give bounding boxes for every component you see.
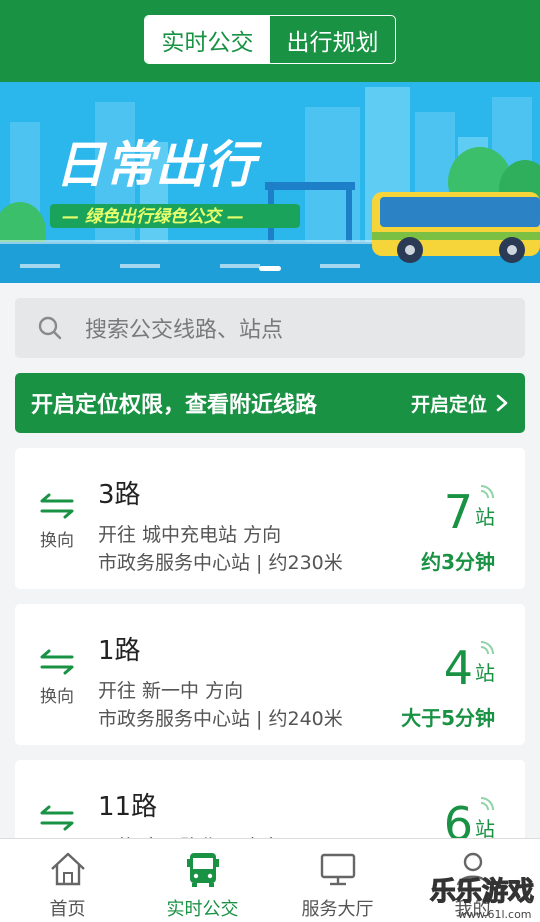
site-watermark: 乐乐游戏 www.61l.com	[429, 876, 534, 921]
app-header: 实时公交 出行规划	[0, 0, 540, 82]
enable-location-label: 开启定位	[410, 393, 487, 416]
watermark-url: www.61l.com	[458, 908, 532, 921]
tab-service-hall-label: 服务大厅	[301, 899, 374, 920]
watermark-text: 乐乐游戏	[430, 877, 534, 907]
bus-icon	[186, 853, 219, 887]
banner-title: 日常出行	[55, 136, 263, 194]
eta-text: 大于5分钟	[401, 706, 495, 730]
tab-trip-planning[interactable]: 出行规划	[270, 16, 395, 63]
tab-realtime-bus[interactable]: 实时公交	[145, 16, 270, 63]
stops-away-unit: 站	[475, 505, 495, 529]
stops-away: 7 站	[444, 488, 495, 536]
stops-away-unit: 站	[475, 661, 495, 685]
swap-arrows-icon	[40, 805, 74, 831]
eta-text: 约3分钟	[421, 550, 495, 574]
search-bar[interactable]: 搜索公交线路、站点	[15, 298, 525, 358]
stops-away-count: 7	[443, 485, 473, 539]
tab-home[interactable]: 首页	[0, 839, 135, 922]
swap-direction-button[interactable]: 换向	[35, 648, 79, 707]
enable-location-button[interactable]: 开启定位	[411, 390, 509, 417]
swap-arrows-icon	[40, 649, 74, 675]
swap-label: 换向	[40, 531, 74, 551]
route-direction: 开往 新一中 方向	[98, 680, 244, 702]
search-placeholder: 搜索公交线路、站点	[85, 318, 284, 343]
nearest-stop: 市政务服务中心站 | 约240米	[98, 708, 343, 730]
tab-realtime-bus-label: 实时公交	[166, 899, 239, 920]
chevron-right-icon	[496, 394, 508, 412]
tab-home-label: 首页	[49, 899, 86, 920]
monitor-icon	[320, 853, 355, 886]
banner-illustration: 日常出行 — 绿色出行绿色公交 —	[0, 82, 540, 283]
tab-service-hall[interactable]: 服务大厅	[270, 839, 405, 922]
search-icon	[15, 298, 85, 358]
location-prompt-text: 开启定位权限，查看附近线路	[31, 393, 318, 418]
stops-away-count: 4	[443, 641, 473, 695]
route-name: 11路	[98, 792, 158, 822]
route-card[interactable]: 换向 3路 开往 城中充电站 方向 市政务服务中心站 | 约230米 7 站 约…	[15, 448, 525, 589]
nearest-stop: 市政务服务中心站 | 约230米	[98, 552, 343, 574]
route-direction: 开往 城中充电站 方向	[98, 524, 282, 546]
location-permission-banner[interactable]: 开启定位权限，查看附近线路 开启定位	[15, 373, 525, 433]
tab-realtime-bus-bottom[interactable]: 实时公交	[135, 839, 270, 922]
promo-banner[interactable]: 日常出行 — 绿色出行绿色公交 —	[0, 82, 540, 283]
swap-label: 换向	[40, 687, 74, 707]
stops-away: 4 站	[444, 644, 495, 692]
carousel-indicator	[259, 266, 281, 271]
swap-arrows-icon	[40, 493, 74, 519]
swap-direction-button[interactable]: 换向	[35, 492, 79, 551]
route-name: 3路	[98, 480, 141, 510]
route-card[interactable]: 换向 1路 开往 新一中 方向 市政务服务中心站 | 约240米 4 站 大于5…	[15, 604, 525, 745]
route-name: 1路	[98, 636, 141, 666]
banner-subtitle: — 绿色出行绿色公交 —	[62, 207, 244, 227]
mode-switch: 实时公交 出行规划	[144, 15, 396, 64]
home-icon	[50, 852, 85, 886]
